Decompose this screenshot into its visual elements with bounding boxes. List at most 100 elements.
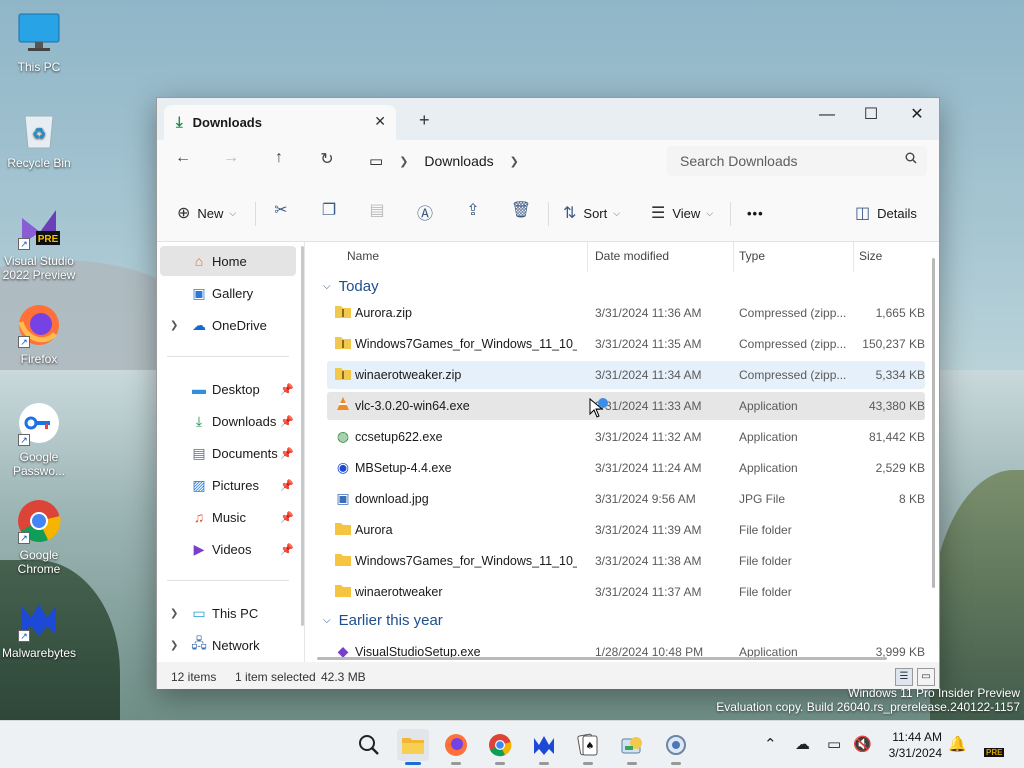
search-input[interactable]: Search Downloads — [667, 146, 927, 176]
file-row[interactable]: Aurora 3/31/2024 11:39 AM File folder — [327, 516, 925, 544]
details-pane-icon: ◫ — [855, 205, 871, 222]
forward-arrow-icon[interactable]: → — [217, 149, 245, 173]
sidebar-item-network[interactable]: ❯ 🖧 Network — [160, 630, 296, 660]
file-date: 3/31/2024 11:32 AM — [595, 430, 702, 444]
more-options-button[interactable]: ••• — [747, 199, 764, 227]
close-tab-icon[interactable]: ✕ — [374, 113, 386, 130]
column-date-modified[interactable]: Date modified — [595, 249, 669, 263]
sidebar-scrollbar[interactable] — [301, 246, 304, 626]
view-button[interactable]: ☰ View ⌵ — [651, 199, 713, 227]
sidebar-item-desktop[interactable]: ▬ Desktop 📌 — [160, 374, 296, 404]
copy-icon[interactable]: ❐ — [317, 200, 341, 224]
sort-button[interactable]: ⇅ Sort ⌵ — [563, 199, 620, 227]
clock-time: 11:44 AM — [892, 730, 942, 744]
column-type[interactable]: Type — [739, 249, 765, 263]
desktop-icon-google-chrome[interactable]: ↗ Google Chrome — [0, 498, 78, 576]
delete-icon[interactable]: 🗑 — [509, 200, 533, 224]
chevron-right-icon[interactable]: ❯ — [170, 640, 178, 651]
sidebar-item-onedrive[interactable]: ❯ ☁ OneDrive — [160, 310, 296, 340]
horizontal-scrollbar[interactable] — [317, 657, 887, 660]
sidebar-item-label: Gallery — [212, 285, 254, 301]
sidebar-item-label: Music — [212, 509, 246, 525]
chevron-right-icon[interactable]: ❯ — [170, 320, 178, 331]
desktop-icon-label: Malwarebytes — [1, 646, 77, 660]
sidebar-item-this-pc[interactable]: ❯ ▭ This PC — [160, 598, 296, 628]
file-name: Windows7Games_for_Windows_11_10_8.... — [355, 337, 577, 351]
svg-text:PRE: PRE — [38, 234, 59, 245]
address-bar[interactable]: ▭ ❯ Downloads ❯ — [357, 146, 657, 176]
file-row[interactable]: ◍ ccsetup622.exe 3/31/2024 11:32 AM Appl… — [327, 423, 925, 451]
notification-bell-icon[interactable]: 🔔 — [948, 735, 967, 753]
zip-folder-icon — [334, 335, 352, 352]
sidebar-item-documents[interactable]: ▤ Documents 📌 — [160, 438, 296, 468]
up-arrow-icon[interactable]: ↑ — [265, 149, 293, 173]
navigation-pane: ⌂ Home ▣ Gallery ❯ ☁ OneDrive ▬ Desktop … — [157, 242, 305, 662]
file-row[interactable]: ▣ download.jpg 3/31/2024 9:56 AM JPG Fil… — [327, 485, 925, 513]
view-label: View — [672, 205, 701, 221]
malwarebytes-icon[interactable] — [528, 729, 560, 765]
monitor-icon — [16, 10, 62, 56]
file-row[interactable]: ◉ MBSetup-4.4.exe 3/31/2024 11:24 AM App… — [327, 454, 925, 482]
sidebar-item-videos[interactable]: ▶ Videos 📌 — [160, 534, 296, 564]
paste-icon[interactable]: ▤ — [365, 200, 389, 224]
rename-icon[interactable]: Ⓐ — [413, 200, 437, 224]
desktop-icon-this-pc[interactable]: This PC — [0, 10, 78, 74]
chrome-icon[interactable] — [484, 729, 516, 765]
share-icon[interactable]: ⇪ — [461, 200, 485, 224]
control-panel-icon[interactable] — [616, 729, 648, 765]
back-arrow-icon[interactable]: ← — [169, 149, 197, 173]
chevron-right-icon[interactable]: ❯ — [170, 608, 178, 619]
desktop-icon-malwarebytes[interactable]: ↗ Malwarebytes — [0, 596, 78, 660]
group-header-today[interactable]: ⌵ Today — [323, 278, 379, 295]
file-row-selected[interactable]: winaerotweaker.zip 3/31/2024 11:34 AM Co… — [327, 361, 925, 389]
sidebar-item-gallery[interactable]: ▣ Gallery — [160, 278, 296, 308]
solitaire-icon[interactable]: ♠ — [572, 729, 604, 765]
column-size[interactable]: Size — [859, 249, 882, 263]
clock[interactable]: 11:44 AM 3/31/2024 — [889, 729, 942, 761]
column-name[interactable]: Name — [347, 249, 379, 263]
file-size: 1,665 KB — [875, 306, 925, 320]
file-row[interactable]: winaerotweaker 3/31/2024 11:37 AM File f… — [327, 578, 925, 606]
file-row[interactable]: Windows7Games_for_Windows_11_10_8.... 3/… — [327, 330, 925, 358]
cut-icon[interactable]: ✂ — [269, 200, 293, 224]
close-window-button[interactable]: ✕ — [894, 102, 940, 130]
file-explorer-icon[interactable] — [397, 729, 429, 765]
tiles-view-icon[interactable]: ▭ — [917, 668, 935, 686]
minimize-button[interactable]: — — [804, 102, 850, 130]
details-view-icon[interactable]: ☰ — [895, 668, 913, 686]
firefox-icon[interactable] — [440, 729, 472, 765]
title-bar[interactable]: ⤓ Downloads ✕ + — ☐ ✕ — [157, 98, 939, 140]
volume-muted-icon[interactable]: 🔇 — [853, 735, 872, 753]
desktop-icon-firefox[interactable]: ↗ Firefox — [0, 302, 78, 366]
details-pane-button[interactable]: ◫ Details — [855, 199, 917, 227]
sidebar-item-downloads[interactable]: ⤓ Downloads 📌 — [160, 406, 296, 436]
chevron-up-icon[interactable]: ⌃ — [764, 735, 777, 753]
desktop-icon-google-passwords[interactable]: ↗ Google Passwo... — [0, 400, 78, 478]
breadcrumb-downloads[interactable]: Downloads — [424, 153, 493, 169]
maximize-button[interactable]: ☐ — [848, 102, 894, 130]
music-icon: ♫ — [193, 509, 205, 525]
file-type: Application — [739, 461, 798, 475]
tab-downloads[interactable]: ⤓ Downloads ✕ — [164, 105, 396, 140]
group-header-earlier-this-year[interactable]: ⌵ Earlier this year — [323, 612, 443, 629]
desktop-icon-recycle-bin[interactable]: ♻ Recycle Bin — [0, 106, 78, 170]
display-icon[interactable]: ▭ — [827, 735, 841, 753]
breadcrumb-chevron-icon[interactable]: ❯ — [510, 155, 519, 168]
sidebar-item-home[interactable]: ⌂ Home — [160, 246, 296, 276]
settings-icon[interactable] — [660, 729, 692, 765]
sidebar-item-music[interactable]: ♫ Music 📌 — [160, 502, 296, 532]
new-tab-button[interactable]: + — [419, 110, 430, 131]
onedrive-offline-icon[interactable]: ☁ — [795, 735, 810, 753]
sidebar-item-pictures[interactable]: ▨ Pictures 📌 — [160, 470, 296, 500]
new-button[interactable]: ⊕ New ⌵ — [177, 199, 236, 227]
search-placeholder: Search Downloads — [680, 153, 798, 169]
file-row[interactable]: Aurora.zip 3/31/2024 11:36 AM Compressed… — [327, 299, 925, 327]
file-row[interactable]: Windows7Games_for_Windows_11_10_8 3/31/2… — [327, 547, 925, 575]
file-name: winaerotweaker — [355, 585, 443, 599]
vertical-scrollbar[interactable] — [932, 258, 935, 588]
search-icon[interactable] — [353, 729, 385, 761]
selection-size: 42.3 MB — [321, 670, 366, 684]
file-row-hover[interactable]: vlc-3.0.20-win64.exe 3/31/2024 11:33 AM … — [327, 392, 925, 420]
desktop-icon-visual-studio[interactable]: PRE ↗ Visual Studio 2022 Preview — [0, 204, 78, 282]
refresh-icon[interactable]: ↻ — [313, 149, 341, 173]
